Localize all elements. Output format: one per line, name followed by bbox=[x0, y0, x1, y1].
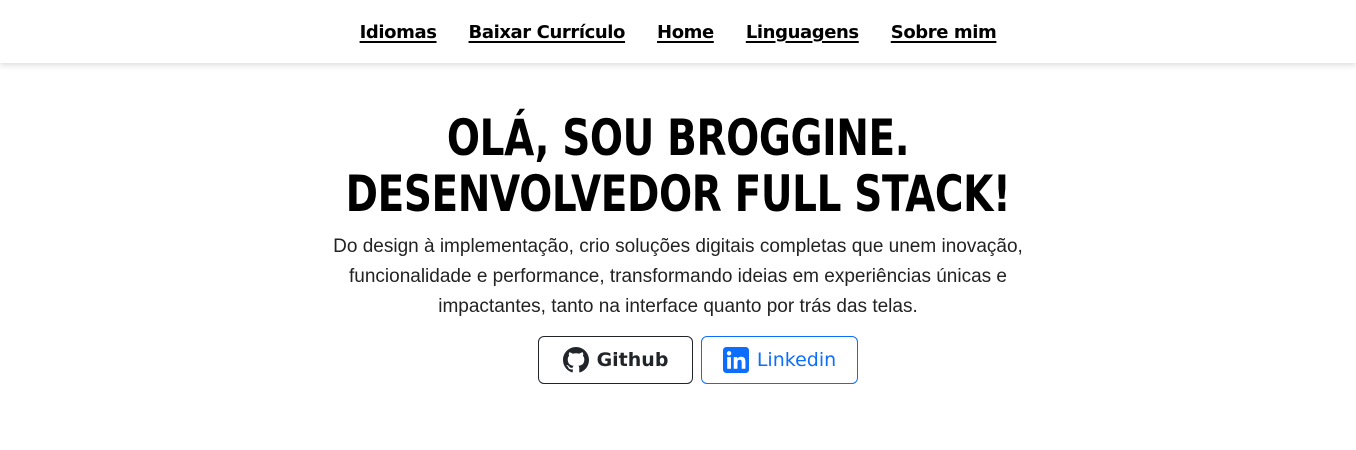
hero-section: Olá, sou Broggine. Desenvolvedor Full St… bbox=[0, 110, 1356, 384]
hero-description: Do design à implementação, crio soluções… bbox=[333, 236, 1023, 317]
github-icon bbox=[562, 347, 589, 373]
nav-link-home[interactable]: Home bbox=[657, 22, 714, 43]
hero-title-line-1: Olá, sou Broggine. bbox=[446, 109, 910, 167]
linkedin-button[interactable]: Linkedin bbox=[701, 336, 858, 384]
nav-link-sobre-mim[interactable]: Sobre mim bbox=[891, 22, 997, 43]
hero-title-line-2: Desenvolvedor Full Stack! bbox=[345, 165, 1011, 223]
nav-link-baixar-curriculo[interactable]: Baixar Currículo bbox=[469, 22, 626, 43]
social-buttons: Github Linkedin bbox=[0, 336, 1356, 384]
hero-title: Olá, sou Broggine. Desenvolvedor Full St… bbox=[149, 110, 1207, 222]
top-navbar: Idiomas Baixar Currículo Home Linguagens… bbox=[0, 0, 1356, 63]
nav-link-linguagens[interactable]: Linguagens bbox=[746, 22, 859, 43]
linkedin-button-label: Linkedin bbox=[756, 349, 837, 371]
nav-link-idiomas[interactable]: Idiomas bbox=[360, 22, 437, 43]
github-button[interactable]: Github bbox=[538, 336, 693, 384]
github-button-label: Github bbox=[596, 349, 669, 371]
linkedin-icon bbox=[722, 347, 749, 373]
